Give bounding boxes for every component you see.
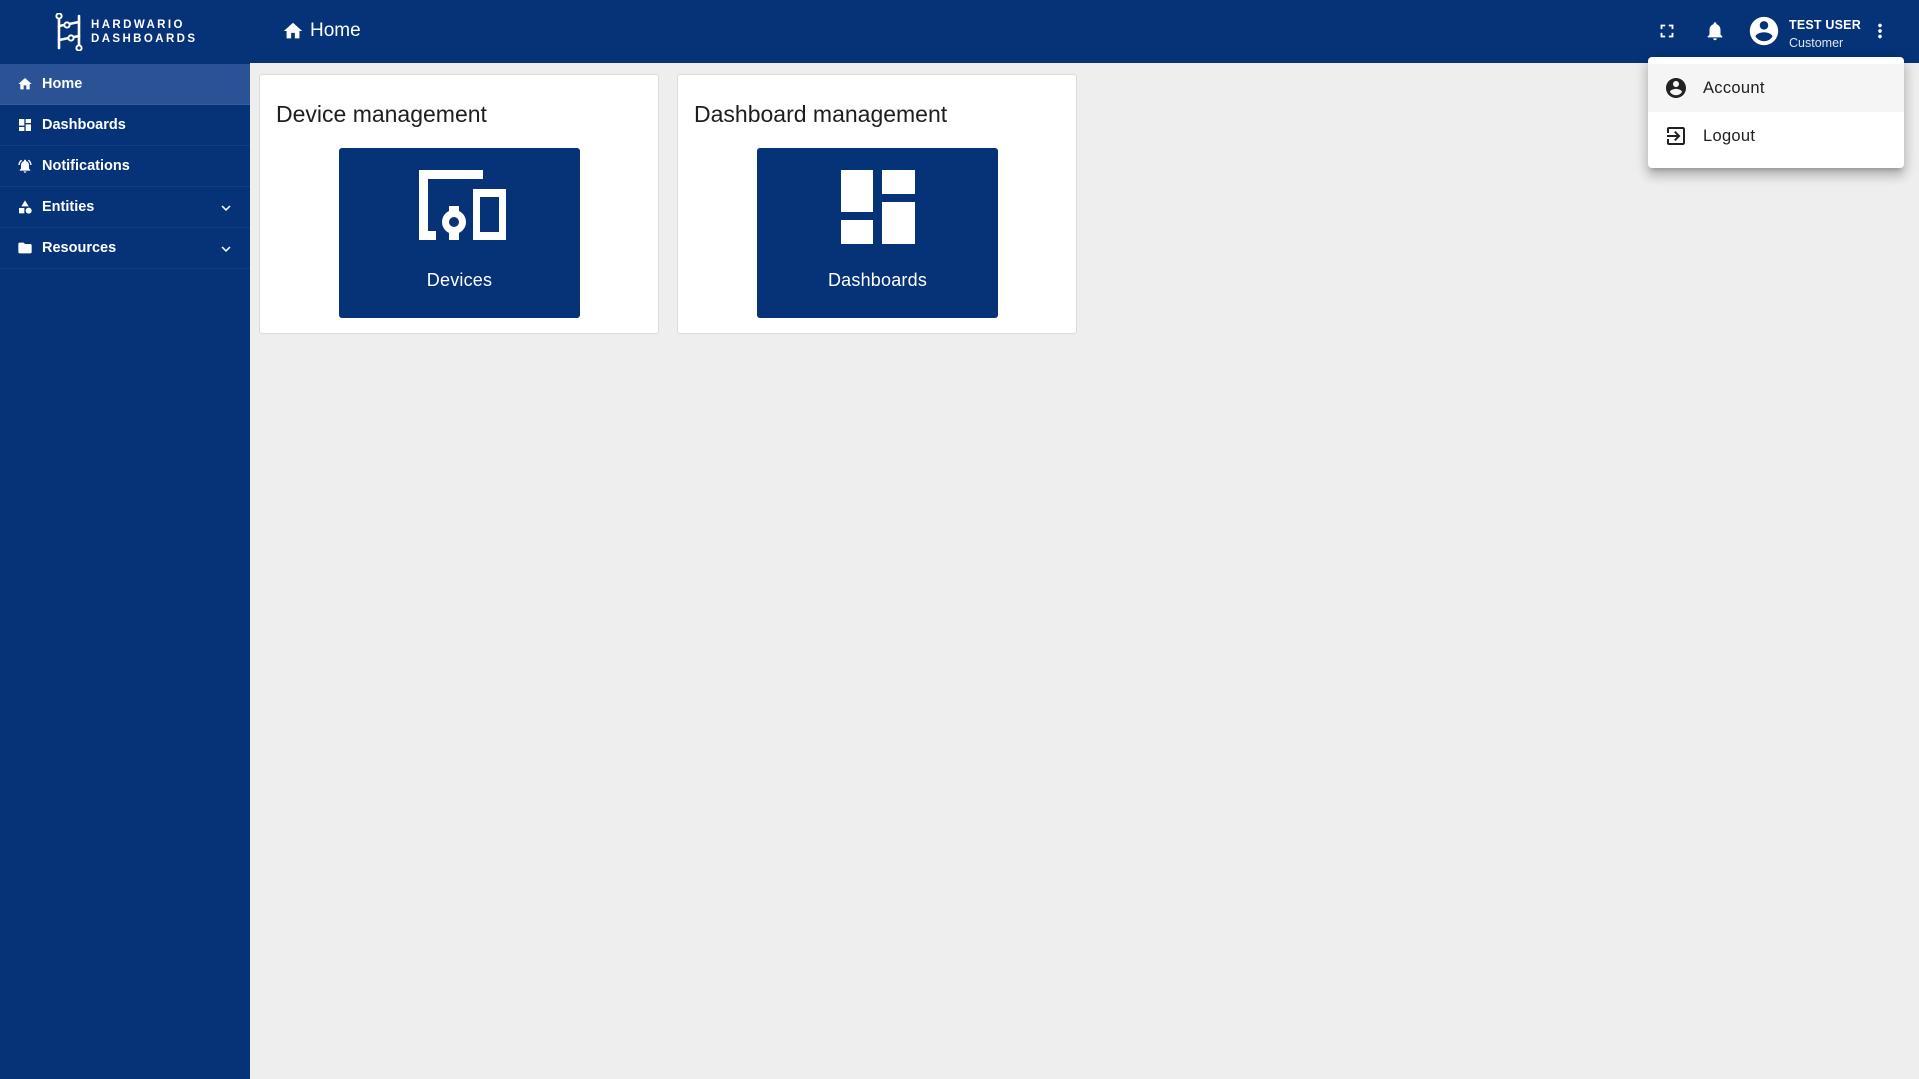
sidebar-item-notifications[interactable]: Notifications — [0, 146, 250, 187]
fullscreen-button[interactable] — [1655, 19, 1679, 43]
hardwario-logo-icon — [55, 12, 83, 51]
dashboard-icon — [17, 117, 33, 133]
sidebar-item-entities[interactable]: Entities — [0, 187, 250, 228]
user-name: TEST USER — [1789, 17, 1861, 32]
breadcrumb[interactable]: Home — [282, 20, 361, 42]
logo-line-2: DASHBOARDS — [91, 32, 198, 45]
sidebar-item-label: Dashboards — [42, 117, 126, 133]
sidebar-item-resources[interactable]: Resources — [0, 228, 250, 269]
menu-item-label: Logout — [1703, 126, 1756, 145]
menu-item-logout[interactable]: Logout — [1648, 112, 1904, 160]
devices-tile[interactable]: Devices — [339, 148, 580, 318]
entities-icon — [17, 199, 33, 215]
sidebar-item-home[interactable]: Home — [0, 64, 250, 105]
menu-item-label: Account — [1703, 78, 1765, 97]
devices-icon — [418, 170, 506, 240]
chevron-down-icon[interactable] — [217, 199, 235, 217]
dashboard-management-card: Dashboard management Dashboards — [677, 74, 1077, 334]
bell-icon — [1707, 22, 1723, 41]
device-management-card: Device management Devices — [259, 74, 659, 334]
account-circle-icon — [1666, 78, 1686, 98]
top-bar: Home TEST USER Customer — [250, 0, 1919, 63]
sidebar-item-label: Home — [42, 76, 83, 92]
notifications-button[interactable] — [1703, 19, 1727, 43]
user-profile[interactable]: TEST USER Customer — [1747, 14, 1861, 53]
logo-line-1: HARDWARIO — [91, 18, 185, 31]
folder-icon — [17, 240, 33, 256]
fullscreen-icon — [1660, 24, 1674, 38]
more-vert-icon — [1878, 23, 1882, 39]
dashboards-tile[interactable]: Dashboards — [757, 148, 998, 318]
card-title: Device management — [276, 101, 487, 127]
tile-label: Devices — [426, 270, 493, 290]
home-icon — [17, 76, 33, 92]
sidebar-nav: Home Dashboards Notifications Entities R… — [0, 64, 250, 269]
sidebar-item-label: Resources — [42, 240, 117, 256]
chevron-down-icon[interactable] — [217, 240, 235, 258]
sidebar: HARDWARIO DASHBOARDS Home Dashboards Not… — [0, 0, 250, 1079]
user-role: Customer — [1789, 35, 1844, 50]
tile-label: Dashboards — [827, 270, 928, 290]
account-circle-icon — [1747, 14, 1781, 53]
sidebar-item-dashboards[interactable]: Dashboards — [0, 105, 250, 146]
breadcrumb-label: Home — [310, 20, 361, 41]
sidebar-item-label: Entities — [42, 199, 95, 215]
menu-item-account[interactable]: Account — [1648, 64, 1904, 112]
notification-icon — [17, 158, 33, 174]
more-options-button[interactable] — [1868, 19, 1892, 43]
logo-text: HARDWARIO DASHBOARDS — [91, 18, 197, 46]
card-title: Dashboard management — [694, 101, 948, 127]
user-menu: Account Logout — [1648, 57, 1904, 168]
logout-icon — [1667, 127, 1685, 145]
dashboard-icon — [840, 170, 915, 244]
user-text: TEST USER Customer — [1789, 16, 1861, 52]
app-logo[interactable]: HARDWARIO DASHBOARDS — [0, 0, 250, 63]
sidebar-item-label: Notifications — [42, 158, 130, 174]
home-icon — [283, 22, 303, 39]
